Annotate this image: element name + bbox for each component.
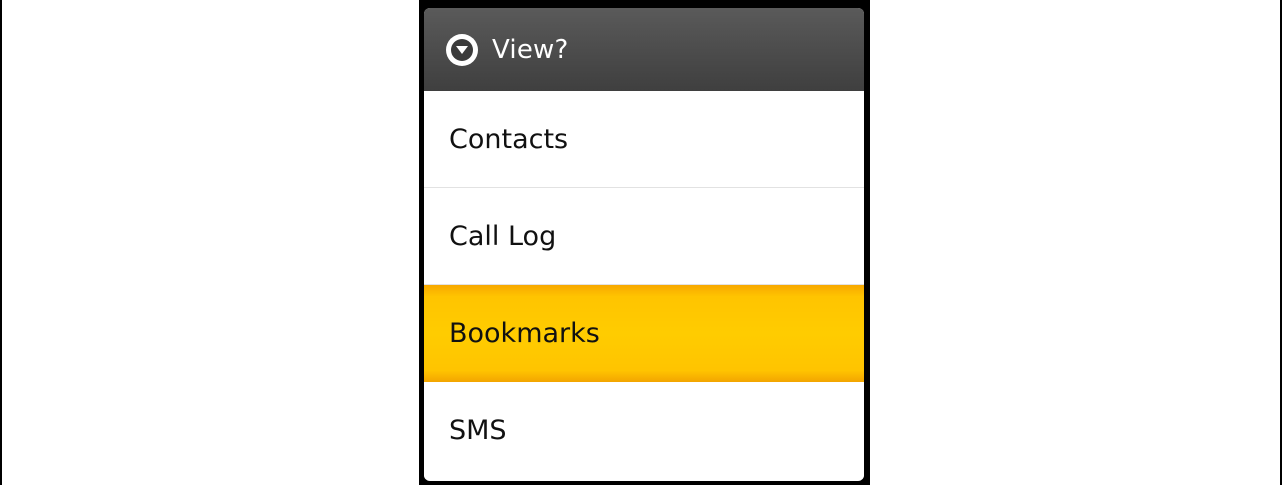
view-dialog: View? Contacts Call Log Bookmarks SMS [424,8,864,481]
list-item-call-log[interactable]: Call Log [424,188,864,285]
dialog-header: View? [424,8,864,91]
list-item-label: Contacts [449,123,569,155]
list-item-label: Bookmarks [449,318,600,349]
left-frame-border [0,0,2,485]
list-item-label: Call Log [449,220,557,252]
options-list: Contacts Call Log Bookmarks SMS [424,91,864,479]
dialog-title: View? [492,34,569,65]
list-item-bookmarks[interactable]: Bookmarks [424,285,864,382]
chevron-down-circle-icon [446,33,478,66]
list-item-sms[interactable]: SMS [424,382,864,479]
list-item-label: SMS [449,415,507,446]
list-item-contacts[interactable]: Contacts [424,91,864,188]
